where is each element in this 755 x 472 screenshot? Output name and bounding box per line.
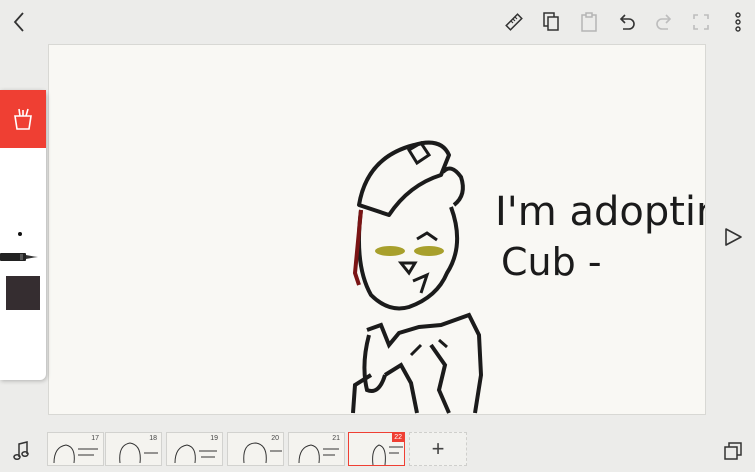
top-bar [0, 0, 755, 44]
frame-thumbnail-drawing [174, 444, 217, 464]
frame-thumbnail[interactable]: 19 [166, 432, 223, 466]
copy-button[interactable] [540, 11, 562, 33]
drawing-text-line1: I'm adopting [495, 189, 705, 235]
copy-icon [543, 12, 559, 31]
color-swatch-button[interactable] [6, 276, 40, 310]
back-button[interactable] [8, 10, 30, 34]
paste-button[interactable] [578, 11, 600, 33]
frame-thumbnail[interactable]: 17 [47, 432, 104, 466]
frame-thumbnail-drawing [119, 442, 158, 464]
frame-thumbnail-drawing [372, 444, 403, 466]
tool-tab-button[interactable] [0, 90, 46, 148]
fullscreen-button[interactable] [690, 11, 712, 33]
brush-size-button[interactable] [4, 218, 36, 250]
music-note-icon [13, 441, 29, 461]
fullscreen-icon [693, 14, 709, 30]
more-icon [735, 12, 741, 32]
frame-thumbnail[interactable]: 20 [227, 432, 284, 466]
frame-thumbnail-drawing [243, 442, 282, 464]
ruler-button[interactable] [503, 11, 525, 33]
undo-button[interactable] [616, 11, 638, 33]
drawing-canvas[interactable]: I'm adopting Cub - [49, 45, 705, 414]
layers-icon [724, 442, 742, 460]
paste-icon [581, 12, 597, 32]
redo-icon [656, 14, 672, 30]
frame-thumbnail[interactable]: 21 [288, 432, 345, 466]
play-button[interactable] [720, 224, 746, 250]
play-icon [725, 228, 742, 246]
music-button[interactable] [10, 440, 32, 462]
drawing: I'm adopting Cub - [351, 140, 705, 414]
tool-panel [0, 90, 46, 380]
frame-thumbnail-drawing [53, 444, 98, 464]
frame-thumbnail-selected[interactable]: 22 [348, 432, 405, 466]
add-frame-button[interactable]: + [409, 432, 467, 466]
frame-thumbnail[interactable]: 18 [105, 432, 162, 466]
brush-cup-icon [14, 108, 32, 130]
chevron-left-icon [13, 12, 24, 32]
redo-button[interactable] [653, 11, 675, 33]
more-button[interactable] [728, 11, 748, 33]
ruler-icon [505, 13, 523, 31]
drawing-text-line2: Cub - [501, 240, 602, 284]
pen-tool-button[interactable] [0, 250, 40, 269]
undo-icon [619, 14, 635, 30]
layers-button[interactable] [722, 439, 746, 463]
add-frame-label: + [431, 436, 445, 461]
frame-thumbnail-drawing [298, 444, 339, 464]
timeline: 17 18 19 20 21 22 [0, 430, 755, 472]
fineliner-pen-icon [0, 253, 38, 261]
